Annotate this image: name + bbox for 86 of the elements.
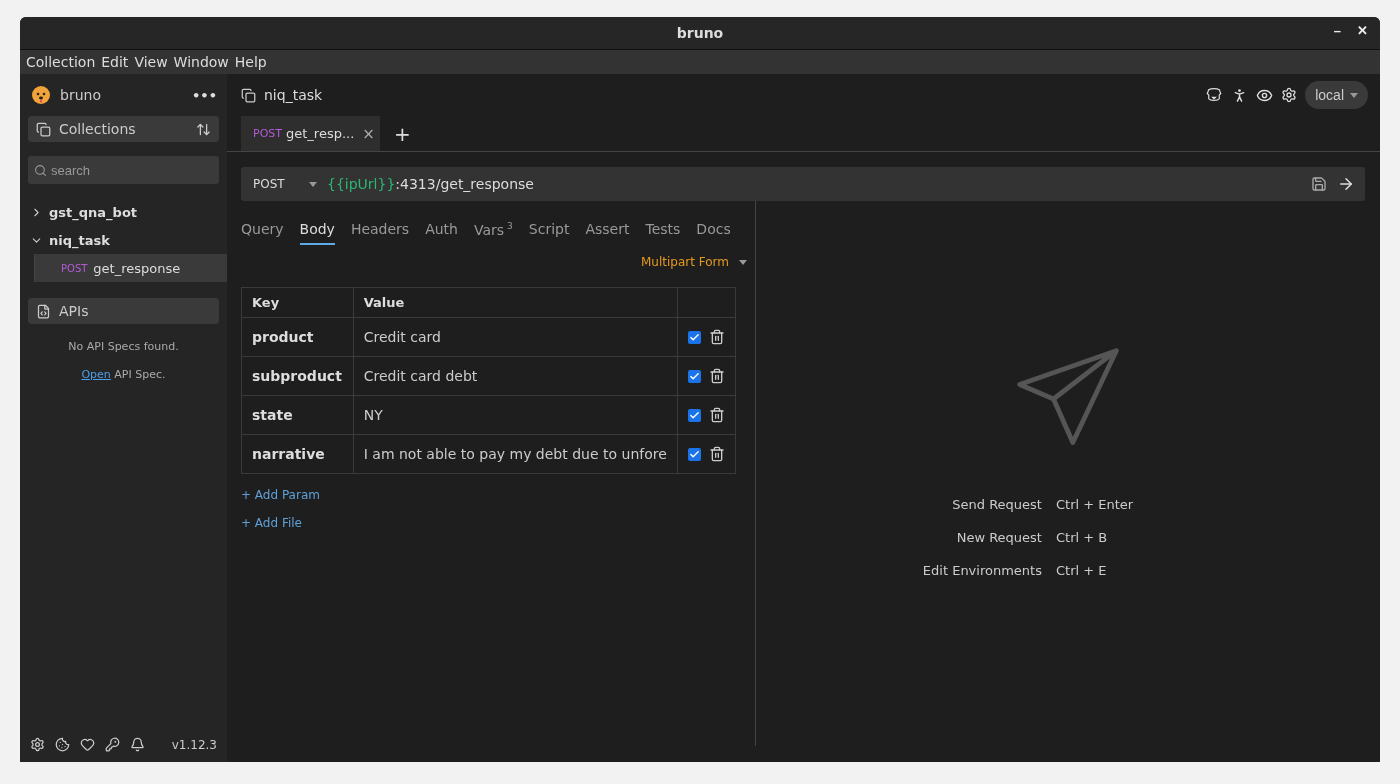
pane-tab[interactable]: Query (241, 221, 284, 245)
key-icon[interactable] (105, 737, 120, 752)
value-cell[interactable]: I am not able to pay my debt due to unfore (353, 434, 678, 474)
search-icon (34, 163, 47, 177)
api-spec-text: API Spec. (113, 368, 166, 381)
key-cell[interactable]: state (241, 395, 354, 435)
shortcut-label: New Request (955, 530, 1042, 545)
close-button[interactable]: × (362, 124, 375, 143)
url-field[interactable]: {{ipUrl}}:4313/get_response (327, 176, 534, 192)
enable-checkbox[interactable] (687, 369, 701, 383)
menu-item[interactable]: Help (232, 54, 269, 70)
environment-dropdown[interactable]: local (1305, 81, 1368, 109)
menu-item[interactable]: View (132, 54, 170, 70)
bell-icon[interactable] (130, 737, 145, 752)
sort-icon[interactable] (196, 121, 211, 137)
tab-title: get_resp... (286, 126, 355, 141)
key-cell[interactable]: narrative (241, 434, 354, 474)
new-tab-button[interactable]: + (394, 121, 411, 146)
more-menu-button[interactable]: ••• (192, 87, 217, 103)
enable-checkbox[interactable] (687, 330, 701, 344)
trash-icon[interactable] (708, 407, 725, 423)
pane-tab[interactable]: Docs (696, 221, 731, 245)
send-arrow-icon[interactable] (1337, 175, 1355, 193)
column-header: Value (353, 287, 678, 318)
method-label: POST (253, 127, 282, 140)
collection-icon (241, 87, 256, 103)
apis-label: APIs (59, 303, 89, 319)
key-cell[interactable]: subproduct (241, 356, 354, 396)
collection-title: niq_task (264, 87, 323, 103)
value-cell[interactable]: Credit card (353, 317, 678, 357)
settings-icon[interactable] (1281, 87, 1298, 103)
collections-icon (36, 121, 51, 137)
value-cell[interactable]: NY (353, 395, 678, 435)
request-name: get_response (93, 260, 181, 276)
pane-tab[interactable]: Headers (350, 221, 410, 245)
file-code-icon (36, 303, 51, 319)
trash-icon[interactable] (708, 368, 725, 384)
menu-item[interactable]: Window (171, 54, 231, 70)
shortcut-keys: Ctrl + Enter (1055, 497, 1134, 512)
key-cell[interactable]: product (241, 317, 354, 357)
window-title: bruno (676, 25, 724, 41)
pane-tab[interactable]: Vars $^{3}$ (474, 221, 513, 245)
app-name: bruno (60, 87, 101, 103)
request-item[interactable]: POST get_response (34, 254, 227, 282)
add-param-link[interactable]: + Add Param (241, 488, 320, 502)
search-box[interactable]: search (28, 156, 219, 184)
caret-icon (309, 181, 317, 187)
open-link[interactable]: Open (81, 368, 111, 381)
apis-header[interactable]: APIs (28, 298, 219, 324)
version-label: v1.12.3 (171, 737, 217, 752)
tree-folder[interactable]: niq_task (20, 226, 227, 254)
minimize-button[interactable]: – (1333, 23, 1341, 38)
empty-message: No API Specs found. (68, 340, 179, 353)
menu-item[interactable]: Edit (99, 54, 131, 70)
collections-header[interactable]: Collections (28, 116, 219, 142)
pane-tab[interactable]: Script (528, 221, 570, 245)
collections-label: Collections (59, 121, 136, 137)
shortcut-keys: Ctrl + B (1055, 530, 1134, 545)
add-file-link[interactable]: + Add File (241, 516, 302, 530)
method-label: POST (61, 262, 88, 274)
trash-icon[interactable] (708, 446, 725, 462)
pane-tab[interactable]: Auth (425, 221, 458, 245)
settings-icon[interactable] (30, 737, 45, 752)
shortcut-keys: Ctrl + E (1055, 563, 1134, 578)
pane-tab[interactable]: Tests (645, 221, 681, 245)
pane-tab[interactable]: Body (299, 221, 335, 245)
search-field[interactable]: search (51, 158, 213, 182)
caret-icon (1350, 92, 1358, 98)
body-mode-dropdown[interactable]: Multipart Form (641, 249, 747, 275)
request-tab[interactable]: POST get_resp... × (241, 116, 380, 151)
enable-checkbox[interactable] (687, 408, 701, 422)
method-dropdown[interactable]: POST (253, 177, 299, 191)
shortcut-label: Send Request (951, 497, 1042, 512)
shortcut-label: Edit Environments (922, 563, 1042, 578)
pane-tab[interactable]: Assert (585, 221, 630, 245)
value-cell[interactable]: Credit card debt (353, 356, 678, 396)
enable-checkbox[interactable] (687, 447, 701, 461)
heart-icon[interactable] (80, 737, 95, 752)
trash-icon[interactable] (708, 329, 725, 345)
dog-logo-icon (30, 84, 52, 106)
menu-item[interactable]: Collection (24, 54, 98, 70)
save-icon[interactable] (1311, 176, 1327, 192)
cookie-icon[interactable] (55, 737, 70, 752)
column-header: Key (241, 287, 354, 318)
close-button[interactable]: ✕ (1357, 23, 1368, 38)
tree-folder[interactable]: gst_qna_bot (20, 198, 227, 226)
